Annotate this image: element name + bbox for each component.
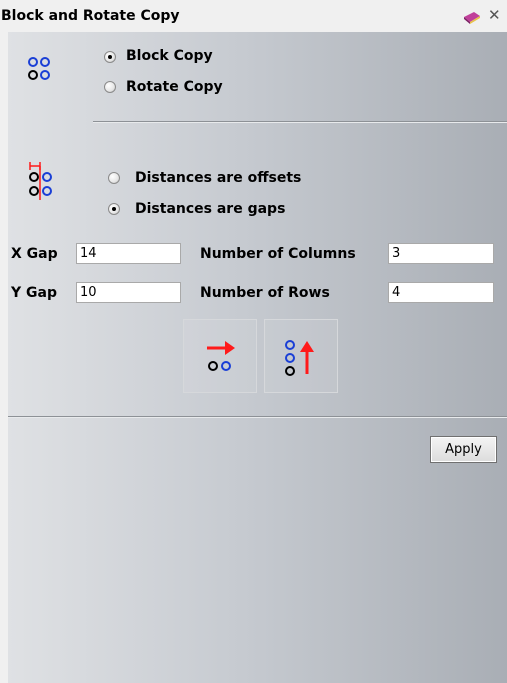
pin-icon[interactable]	[462, 11, 482, 25]
copy-right-button[interactable]	[183, 319, 257, 393]
title-bar: Block and Rotate Copy ✕	[0, 0, 507, 32]
columns-input[interactable]: 3	[388, 243, 494, 264]
apply-button[interactable]: Apply	[430, 436, 497, 463]
gaps-radio[interactable]	[108, 203, 120, 215]
section-divider	[93, 121, 507, 123]
copy-right-arrow-icon	[207, 341, 235, 371]
bottom-divider	[8, 416, 507, 418]
y-gap-input[interactable]: 10	[76, 282, 181, 303]
block-copy-radio[interactable]	[104, 51, 116, 63]
copy-up-button[interactable]	[264, 319, 338, 393]
gap-measure-icon	[29, 162, 52, 200]
y-gap-label: Y Gap	[11, 285, 57, 301]
gaps-label: Distances are gaps	[135, 201, 286, 217]
columns-label: Number of Columns	[200, 246, 356, 262]
close-button[interactable]: ✕	[488, 6, 501, 24]
block-copy-label: Block Copy	[126, 48, 213, 64]
x-gap-label: X Gap	[11, 246, 58, 262]
offsets-label: Distances are offsets	[135, 170, 302, 186]
circles-grid-icon	[28, 57, 50, 80]
rotate-copy-label: Rotate Copy	[126, 79, 223, 95]
offsets-radio[interactable]	[108, 172, 120, 184]
rows-input[interactable]: 4	[388, 282, 494, 303]
rows-label: Number of Rows	[200, 285, 330, 301]
window-title: Block and Rotate Copy	[1, 8, 180, 24]
rotate-copy-radio[interactable]	[104, 81, 116, 93]
copy-up-arrow-icon	[285, 340, 314, 376]
x-gap-input[interactable]: 14	[76, 243, 181, 264]
dialog-panel: Block Copy Rotate Copy Distances are off…	[8, 32, 507, 683]
